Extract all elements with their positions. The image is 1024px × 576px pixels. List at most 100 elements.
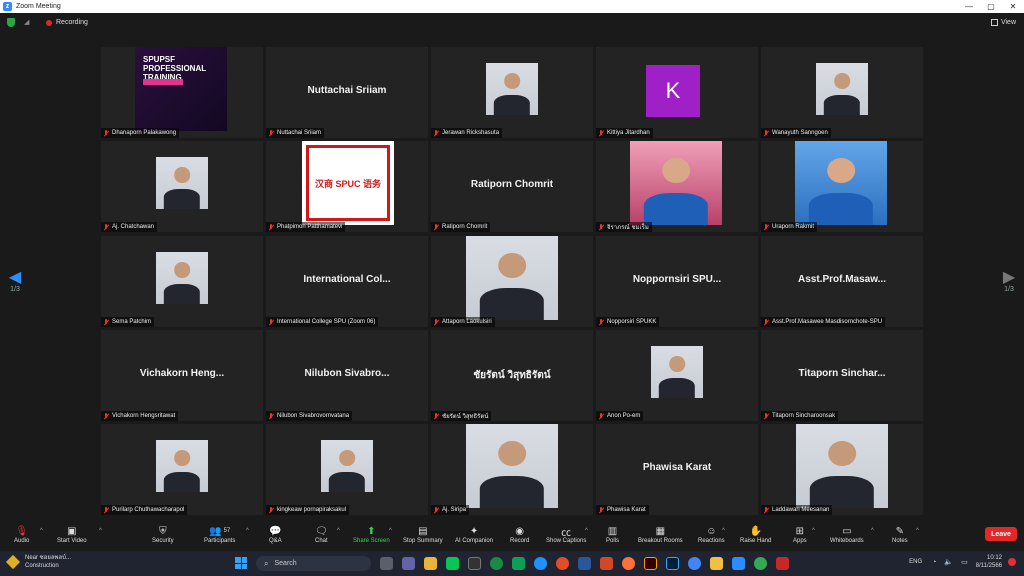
participant-tile[interactable]: Phawisa Karat Phawisa Karat [596, 424, 758, 515]
participant-tile[interactable]: Noppornsiri SPU... Nopporsiri SPUKK [596, 236, 758, 327]
folder-icon[interactable] [710, 557, 723, 570]
participant-tile[interactable]: Nilubon Sivabro... Nilubon Sivabrovornvat… [266, 330, 428, 421]
participant-tile[interactable]: 汉商 SPUC 语务 Phatpimon Patthamatevi [266, 141, 428, 232]
participant-video [796, 424, 888, 508]
share-screen-button[interactable]: ⬆ Share Screen [353, 524, 390, 545]
share-caret-icon[interactable]: ^ [389, 528, 392, 534]
next-page-button[interactable]: ▶ 1/3 [999, 270, 1019, 294]
participant-tile[interactable]: K Kittiya Jitardhan [596, 47, 758, 138]
chrome-profile-icon[interactable] [688, 557, 701, 570]
participant-tile[interactable]: Wanayuth Sanngoen [761, 47, 923, 138]
participant-tile[interactable]: Attaporn Laokulsiri [431, 236, 593, 327]
firefox-icon[interactable] [622, 557, 635, 570]
leave-button[interactable]: Leave [985, 527, 1017, 541]
chat-button[interactable]: 🗨 Chat [315, 524, 328, 545]
audio-options-caret-icon[interactable]: ^ [40, 528, 43, 534]
weather-widget[interactable]: Near ซอยลพลบ์... Construction [5, 554, 71, 570]
stop-summary-button[interactable]: ▤ Stop Summary [403, 524, 443, 545]
captions-caret-icon[interactable]: ^ [585, 528, 588, 534]
participant-tile[interactable]: SPUPSF PROFESSIONAL TRAINING Dhanaporn Pa… [101, 47, 263, 138]
language-indicator[interactable]: ENG [909, 559, 922, 565]
maximize-button[interactable]: ▢ [980, 0, 1002, 13]
app-icon-2[interactable] [490, 557, 503, 570]
participant-tile[interactable]: kingkeaw pornapiraksakul [266, 424, 428, 515]
breakout-rooms-button[interactable]: ▦ Breakout Rooms [638, 524, 683, 545]
previous-page-button[interactable]: ◀ 1/3 [5, 270, 25, 294]
participant-video [486, 63, 538, 115]
participant-tile[interactable]: Asst.Prof.Masaw... Asst.Prof.Masawee Masd… [761, 236, 923, 327]
battery-icon[interactable]: ▭ [961, 558, 968, 566]
participant-tile[interactable]: Sema Patchim [101, 236, 263, 327]
meet-icon[interactable] [402, 557, 415, 570]
participant-tile[interactable]: Aj. Siripa [431, 424, 593, 515]
participants-button[interactable]: 👥 57 Participants [204, 524, 235, 545]
participant-tile[interactable]: International Col... International Colleg… [266, 236, 428, 327]
view-button[interactable]: View [990, 16, 1016, 29]
reactions-caret-icon[interactable]: ^ [722, 528, 725, 534]
show-captions-button[interactable]: ㏄ Show Captions [546, 524, 586, 545]
chat-caret-icon[interactable]: ^ [337, 528, 340, 534]
notification-badge-icon[interactable] [1008, 558, 1016, 566]
close-button[interactable]: ✕ [1002, 0, 1024, 13]
audio-button[interactable]: 🎙 Audio [14, 524, 29, 545]
taskbar-search[interactable]: ⌕ Search [256, 556, 371, 571]
participant-tile[interactable]: Nuttachai Sriiam Nuttachai Sriiam [266, 47, 428, 138]
apps-button[interactable]: ⊞ Apps [793, 524, 807, 545]
pdf-icon[interactable] [776, 557, 789, 570]
wifi-icon[interactable]: ◔ [932, 559, 936, 566]
powerpoint-icon[interactable] [600, 557, 613, 570]
participant-tile[interactable]: Aj. Chatchawan [101, 141, 263, 232]
clock[interactable]: 10:12 8/11/2566 [976, 554, 1002, 570]
start-windows-icon[interactable] [235, 557, 247, 569]
video-options-caret-icon[interactable]: ^ [99, 528, 102, 534]
participant-tile[interactable]: จิราภรณ์ ชมเร็ม [596, 141, 758, 232]
notes-caret-icon[interactable]: ^ [916, 528, 919, 534]
app-icon-3[interactable] [512, 557, 525, 570]
connection-signal-icon[interactable]: ◢ [24, 19, 32, 27]
participant-tile[interactable]: Ratiporn Chomrit Ratiporn Chomrit [431, 141, 593, 232]
apps-caret-icon[interactable]: ^ [812, 528, 815, 534]
raise-hand-button[interactable]: ✋ Raise Hand [740, 524, 771, 545]
record-button[interactable]: ◉ Record [510, 524, 529, 545]
reactions-button[interactable]: ☺ Reactions [698, 524, 725, 545]
participant-tile[interactable]: Jerawan Rickshasuta [431, 47, 593, 138]
participant-tile[interactable]: Anon Po-em [596, 330, 758, 421]
participant-video: SPUPSF PROFESSIONAL TRAINING [135, 47, 227, 131]
participant-name: Sema Patchim [112, 319, 152, 325]
whiteboards-button[interactable]: ▭ Whiteboards [830, 524, 864, 545]
photoshop-icon[interactable] [666, 557, 679, 570]
polls-button[interactable]: ▥ Polls [606, 524, 619, 545]
logo-text: 汉商 SPUC 语务 [306, 145, 390, 221]
participant-tile[interactable]: Purilarp Chuthawacharapol [101, 424, 263, 515]
start-video-button[interactable]: ▣ Start Video [57, 524, 87, 545]
chrome-icon-2[interactable] [754, 557, 767, 570]
file-explorer-icon[interactable] [424, 557, 437, 570]
zoom-taskbar-icon[interactable] [732, 557, 745, 570]
encryption-shield-icon[interactable] [7, 18, 15, 27]
chrome-icon[interactable] [556, 557, 569, 570]
notes-button[interactable]: ✎ Notes [892, 524, 908, 545]
participant-tile[interactable]: Uraporn Rakmit [761, 141, 923, 232]
participant-tile[interactable]: Titaporn Sinchar... Titaporn Sincharoonsa… [761, 330, 923, 421]
participant-tile[interactable]: ชัยรัตน์ วิสุทธิรัตน์ ชัยรัตน์ วิสุทธิรัต… [431, 330, 593, 421]
participants-caret-icon[interactable]: ^ [246, 528, 249, 534]
minimize-button[interactable]: — [958, 0, 980, 13]
mic-muted-icon [103, 129, 109, 137]
participant-name-label: Nuttachai Sriiam [266, 128, 325, 138]
volume-icon[interactable]: 🔈 [944, 558, 953, 566]
qa-button[interactable]: 💬 Q&A [269, 524, 282, 545]
word-icon[interactable] [578, 557, 591, 570]
edge-icon[interactable] [534, 557, 547, 570]
participant-tile[interactable]: Vichakorn Heng... Vichakorn Hengsritawat [101, 330, 263, 421]
participant-name-label: Titaporn Sincharoonsak [761, 411, 839, 421]
app-icon-1[interactable] [468, 557, 481, 570]
meeting-status-bar: ◢ Recording View [0, 13, 1024, 32]
task-view-icon[interactable] [380, 557, 393, 570]
illustrator-icon[interactable] [644, 557, 657, 570]
security-button[interactable]: ⛨ Security [152, 524, 174, 545]
participant-tile[interactable]: Laddawan Meesanan [761, 424, 923, 515]
line-app-icon[interactable] [446, 557, 459, 570]
recording-label[interactable]: Recording [56, 19, 88, 26]
whiteboards-caret-icon[interactable]: ^ [871, 528, 874, 534]
ai-companion-button[interactable]: ✦ AI Companion [455, 524, 493, 545]
